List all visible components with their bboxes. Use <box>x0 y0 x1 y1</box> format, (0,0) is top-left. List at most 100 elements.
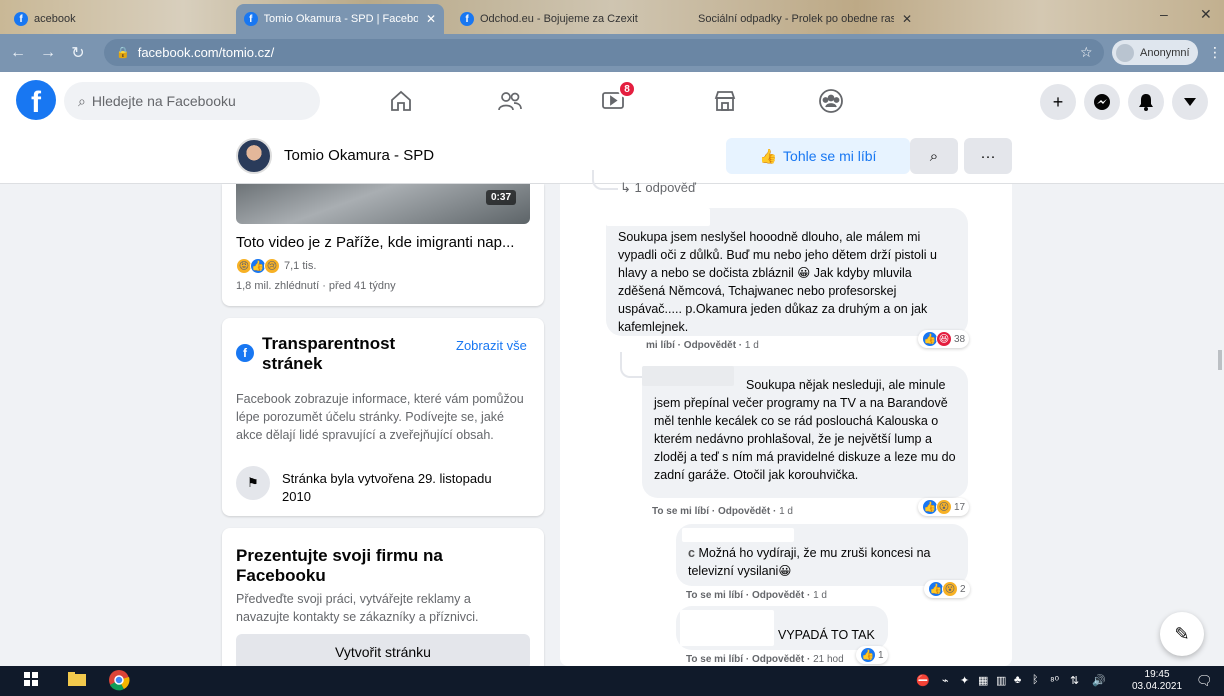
thumbs-up-icon: 👍 <box>759 147 778 164</box>
video-duration: 0:37 <box>485 190 516 205</box>
close-icon[interactable]: ✕ <box>902 12 912 26</box>
comment-reaction-count[interactable]: 👍 1 <box>856 646 888 664</box>
create-page-button[interactable]: Vytvořit stránku <box>236 634 530 670</box>
reply-link[interactable]: Odpovědět <box>684 340 736 351</box>
windows-start-icon[interactable] <box>24 672 38 689</box>
menu-icon[interactable]: ⋮ <box>1208 44 1222 61</box>
page-title[interactable]: Tomio Okamura - SPD <box>284 147 434 164</box>
url-field[interactable]: 🔒 facebook.com/tomio.cz/ <box>104 39 1104 66</box>
volume-icon[interactable]: 🔊 <box>1092 674 1106 687</box>
system-clock[interactable]: 19:45 03.04.2021 <box>1132 669 1182 693</box>
reply-link[interactable]: Odpovědět <box>718 506 770 517</box>
wow-reaction-icon: 😮 <box>942 581 958 597</box>
comment-reaction-count[interactable]: 👍 😮 17 <box>918 498 970 516</box>
facebook-logo[interactable]: f <box>16 80 56 120</box>
marketplace-icon[interactable] <box>710 86 740 116</box>
like-link[interactable]: To se mi líbí <box>686 590 743 601</box>
like-reaction-icon: 👍 <box>860 647 876 663</box>
messenger-icon[interactable] <box>1084 84 1120 120</box>
search-icon: ⌕ <box>78 92 86 109</box>
network-icon[interactable]: ⇅ <box>1070 674 1079 687</box>
bookmark-star-icon[interactable]: ☆ <box>1080 44 1093 61</box>
tray-icon[interactable]: ✦ <box>960 674 969 687</box>
like-link[interactable]: mi líbí <box>646 340 675 351</box>
comment-bubble: Soukupa jsem neslyšel hooodně dlouho, al… <box>606 208 968 336</box>
lock-icon: 🔒 <box>116 47 130 59</box>
browser-tab[interactable]: Sociální odpadky - Prolek po obedne ras … <box>690 4 922 34</box>
comment-text: Soukupa jsem neslyšel hooodně dlouho, al… <box>618 230 937 334</box>
comment-actions: To se mi líbí · Odpovědět · 1 d <box>686 590 827 601</box>
comment-reaction-count[interactable]: 👍 😆 38 <box>918 330 970 348</box>
forward-icon[interactable]: → <box>36 44 60 62</box>
video-title[interactable]: Toto video je z Paříže, kde imigranti na… <box>236 234 514 251</box>
see-all-link[interactable]: Zobrazit vše <box>456 338 527 353</box>
chrome-icon[interactable] <box>108 669 130 694</box>
close-icon[interactable]: ✕ <box>426 12 436 26</box>
promo-title: Prezentujte svoji firmu na Facebooku <box>236 546 443 585</box>
profile-button[interactable]: Anonymní <box>1112 40 1198 65</box>
thread-line <box>620 352 642 378</box>
search-page-button[interactable]: ⌕ <box>910 138 958 174</box>
back-icon[interactable]: ← <box>6 44 30 62</box>
search-input[interactable]: ⌕ Hledejte na Facebooku <box>64 82 320 120</box>
avatar[interactable] <box>236 138 272 174</box>
friends-icon[interactable] <box>495 86 525 116</box>
browser-tab[interactable]: f acebook <box>6 4 84 34</box>
tray-antivirus-icon[interactable]: ⛔ <box>916 674 930 687</box>
browser-tab-active[interactable]: f Tomio Okamura - SPD | Faceboo ✕ <box>236 4 444 34</box>
browser-tab[interactable]: f Odchod.eu - Bojujeme za Czexit <box>452 4 682 34</box>
redacted-author <box>682 528 794 542</box>
like-page-button[interactable]: 👍 Tohle se mi líbí <box>726 138 910 174</box>
watch-icon[interactable]: 8 <box>598 80 636 116</box>
account-chevron-down-icon[interactable] <box>1172 84 1208 120</box>
flag-icon: ⚑ <box>236 466 270 500</box>
thread-line <box>592 170 618 190</box>
sad-reaction-icon: 😢 <box>264 258 280 274</box>
like-link[interactable]: To se mi líbí <box>686 654 743 665</box>
address-bar: ← → ↻ 🔒 facebook.com/tomio.cz/ ☆ Anonymn… <box>0 34 1224 72</box>
haha-reaction-icon: 😆 <box>936 331 952 347</box>
replies-link[interactable]: ↳ 1 odpověď <box>620 180 696 196</box>
video-meta: 1,8 mil. zhlédnutí · před 41 týdny <box>236 280 396 292</box>
reply-link[interactable]: Odpovědět <box>752 590 804 601</box>
comment-text: Soukupa nějak nesleduji, ale minule jsem… <box>654 378 956 482</box>
comment-reaction-count[interactable]: 👍 😮 2 <box>924 580 970 598</box>
facebook-icon: f <box>244 12 258 26</box>
promo-text: Předveďte svoji práci, vytvářejte reklam… <box>236 592 479 624</box>
groups-icon[interactable] <box>816 86 846 116</box>
close-window-icon[interactable]: ✕ <box>1200 6 1212 23</box>
facebook-icon: f <box>460 12 474 26</box>
comment-actions: To se mi líbí · Odpovědět · 21 hod <box>686 654 844 665</box>
video-thumbnail[interactable]: 0:37 <box>236 184 530 224</box>
reply-arrow-icon: ↳ <box>620 180 631 195</box>
minimize-icon[interactable]: – <box>1160 6 1168 22</box>
scrollbar-thumb[interactable] <box>1218 350 1222 370</box>
search-icon: ⌕ <box>929 147 939 165</box>
more-options-button[interactable]: ··· <box>964 138 1012 174</box>
comment-actions: mi líbí · Odpovědět · 1 d <box>646 340 759 351</box>
video-reactions[interactable]: 😡 👍 😢 7,1 tis. <box>236 258 316 274</box>
avatar <box>1116 43 1134 62</box>
reload-icon[interactable]: ↻ <box>66 43 90 63</box>
facebook-top-bar: f ⌕ Hledejte na Facebooku 8 + <box>0 72 1224 130</box>
tray-icon[interactable]: ⌁ <box>942 674 949 687</box>
redacted-author <box>606 208 710 226</box>
language-icon[interactable]: ⁸⁰ <box>1050 674 1059 687</box>
reply-link[interactable]: Odpovědět <box>752 654 804 665</box>
tray-icon[interactable]: ▥ <box>996 674 1006 687</box>
more-icon: ··· <box>980 147 996 165</box>
home-icon[interactable] <box>386 86 416 116</box>
file-explorer-icon[interactable] <box>68 672 86 689</box>
create-button[interactable]: + <box>1040 84 1076 120</box>
bluetooth-icon[interactable]: ᛒ <box>1032 674 1039 686</box>
new-message-button[interactable]: ✎ <box>1160 612 1204 656</box>
tray-icon[interactable]: ▦ <box>978 674 988 687</box>
comment-actions: To se mi líbí · Odpovědět · 1 d <box>652 506 793 517</box>
notification-center-icon[interactable]: 🗨 <box>1196 673 1213 689</box>
redacted-author <box>680 610 774 646</box>
tray-icon[interactable]: ♣ <box>1014 674 1021 686</box>
notifications-bell-icon[interactable] <box>1128 84 1164 120</box>
page-created-date: Stránka byla vytvořena 29. listopadu 201… <box>282 471 492 504</box>
taskbar: ⛔ ⌁ ✦ ▦ ▥ ♣ ᛒ ⁸⁰ ⇅ 🔊 19:45 03.04.2021 🗨 <box>0 666 1224 696</box>
like-link[interactable]: To se mi líbí <box>652 506 709 517</box>
